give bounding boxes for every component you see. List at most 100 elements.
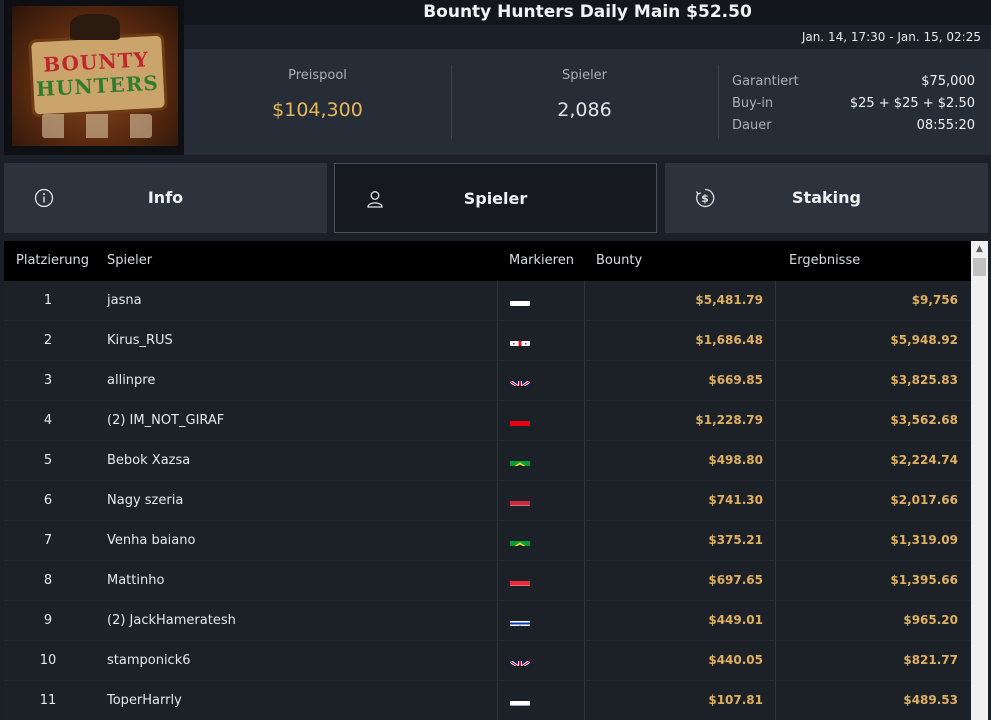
prize-pool-stat: Preispool $104,300 bbox=[184, 66, 451, 124]
header-rank[interactable]: Platzierung bbox=[16, 241, 89, 281]
tab-spieler[interactable]: Spieler bbox=[334, 163, 657, 233]
row-result: $1,395.66 bbox=[890, 573, 958, 587]
row-flag-cell bbox=[497, 401, 585, 440]
scroll-up-arrow-icon[interactable]: ▲ bbox=[971, 241, 988, 258]
tournament-stats-panel: Preispool $104,300 Spieler 2,086 Garanti… bbox=[184, 49, 991, 155]
row-bounty: $449.01 bbox=[584, 601, 776, 640]
row-rank: 11 bbox=[39, 693, 57, 708]
table-body: 1 jasna $5,481.79 $9,756 2 Kirus_RUS $1,686.48… bbox=[4, 281, 971, 720]
row-player-name[interactable]: Nagy szeria bbox=[107, 481, 183, 520]
duration-value: 08:55:20 bbox=[916, 118, 975, 133]
united-kingdom-flag-icon bbox=[510, 652, 530, 666]
table-row[interactable]: 11 ToperHarrly $107.81 $489.53 bbox=[4, 681, 971, 720]
tournament-logo: BOUNTY HUNTERS bbox=[4, 0, 184, 155]
row-result: $9,756 bbox=[911, 293, 958, 307]
row-player-name[interactable]: Venha baiano bbox=[107, 521, 195, 560]
tab-staking[interactable]: $ Staking bbox=[665, 163, 988, 233]
table-row[interactable]: 4 (2) IM_NOT_GIRAF $1,228.79 $3,562.68 bbox=[4, 401, 971, 441]
row-result: $489.53 bbox=[903, 693, 958, 707]
header-results[interactable]: Ergebnisse bbox=[789, 241, 860, 281]
players-value: 2,086 bbox=[557, 99, 612, 121]
row-bounty: $1,228.79 bbox=[584, 401, 776, 440]
row-player-name[interactable]: Mattinho bbox=[107, 561, 164, 600]
table-row[interactable]: 3 allinpre $669.85 $3,825.83 bbox=[4, 361, 971, 401]
row-player-name[interactable]: jasna bbox=[107, 281, 142, 320]
guaranteed-label: Garantiert bbox=[732, 74, 799, 89]
indonesia-flag-icon bbox=[510, 412, 530, 426]
row-rank: 3 bbox=[43, 373, 53, 388]
row-bounty: $669.85 bbox=[584, 361, 776, 400]
row-rank: 5 bbox=[43, 453, 53, 468]
row-bounty: $697.65 bbox=[584, 561, 776, 600]
row-flag-cell bbox=[497, 681, 585, 720]
row-result: $5,948.92 bbox=[890, 333, 958, 347]
table-row[interactable]: 9 (2) JackHameratesh $449.01 $965.20 bbox=[4, 601, 971, 641]
row-flag-cell bbox=[497, 561, 585, 600]
table-scrollbar[interactable]: ▲ bbox=[971, 241, 988, 720]
players-table: Platzierung Spieler Markieren Bounty Erg… bbox=[4, 241, 971, 720]
players-label: Spieler bbox=[561, 68, 608, 83]
row-player-name[interactable]: Bebok Xazsa bbox=[107, 441, 190, 480]
table-header: Platzierung Spieler Markieren Bounty Erg… bbox=[4, 241, 971, 281]
row-result: $3,562.68 bbox=[890, 413, 958, 427]
guaranteed-row: Garantiert $75,000 bbox=[732, 71, 975, 93]
header-bounty[interactable]: Bounty bbox=[596, 241, 642, 281]
row-flag-cell bbox=[497, 441, 585, 480]
buyin-value: $25 + $25 + $2.50 bbox=[849, 96, 975, 111]
table-row[interactable]: 1 jasna $5,481.79 $9,756 bbox=[4, 281, 971, 321]
tournament-details: Garantiert $75,000 Buy-in $25 + $25 + $2… bbox=[732, 71, 975, 137]
row-bounty: $440.05 bbox=[584, 641, 776, 680]
logo-cards bbox=[42, 114, 152, 138]
scroll-thumb[interactable] bbox=[973, 258, 986, 276]
row-player-name[interactable]: ToperHarrly bbox=[107, 681, 182, 720]
row-rank: 7 bbox=[43, 533, 53, 548]
united-kingdom-flag-icon bbox=[510, 372, 530, 386]
row-result: $2,017.66 bbox=[890, 493, 958, 507]
row-result: $821.77 bbox=[903, 653, 958, 667]
tab-spieler-label: Spieler bbox=[463, 189, 528, 208]
row-bounty: $107.81 bbox=[584, 681, 776, 720]
tab-info-label: Info bbox=[147, 188, 184, 207]
row-player-name[interactable]: (2) IM_NOT_GIRAF bbox=[107, 401, 224, 440]
georgia-flag-icon bbox=[510, 332, 530, 346]
row-rank: 4 bbox=[43, 413, 53, 428]
table-row[interactable]: 5 Bebok Xazsa $498.80 $2,224.74 bbox=[4, 441, 971, 481]
row-player-name[interactable]: Kirus_RUS bbox=[107, 321, 173, 360]
row-player-name[interactable]: (2) JackHameratesh bbox=[107, 601, 236, 640]
row-rank: 9 bbox=[43, 613, 53, 628]
israel-flag-icon bbox=[510, 612, 530, 626]
table-row[interactable]: 10 stamponick6 $440.05 $821.77 bbox=[4, 641, 971, 681]
hungary-flag-icon bbox=[510, 492, 530, 506]
tab-info[interactable]: Info bbox=[4, 163, 327, 233]
table-row[interactable]: 2 Kirus_RUS $1,686.48 $5,948.92 bbox=[4, 321, 971, 361]
header-flag[interactable]: Markieren bbox=[509, 241, 574, 281]
header-player[interactable]: Spieler bbox=[107, 241, 152, 281]
prize-pool-label: Preispool bbox=[288, 68, 347, 83]
logo-artwork: BOUNTY HUNTERS bbox=[12, 6, 178, 146]
table-row[interactable]: 8 Mattinho $697.65 $1,395.66 bbox=[4, 561, 971, 601]
row-flag-cell bbox=[497, 521, 585, 560]
russia-flag-icon bbox=[510, 692, 530, 706]
brazil-flag-icon bbox=[510, 532, 530, 546]
duration-row: Dauer 08:55:20 bbox=[732, 115, 975, 137]
prize-pool-value: $104,300 bbox=[272, 99, 363, 121]
guaranteed-value: $75,000 bbox=[921, 74, 975, 89]
tab-staking-label: Staking bbox=[792, 188, 861, 207]
row-rank: 6 bbox=[43, 493, 53, 508]
row-rank: 10 bbox=[39, 653, 57, 668]
stats-divider bbox=[718, 65, 719, 139]
row-flag-cell bbox=[497, 321, 585, 360]
buyin-label: Buy-in bbox=[732, 96, 774, 111]
row-flag-cell bbox=[497, 281, 585, 320]
table-row[interactable]: 6 Nagy szeria $741.30 $2,017.66 bbox=[4, 481, 971, 521]
tournament-title: Bounty Hunters Daily Main $52.50 bbox=[184, 0, 991, 25]
buyin-row: Buy-in $25 + $25 + $2.50 bbox=[732, 93, 975, 115]
row-player-name[interactable]: stamponick6 bbox=[107, 641, 191, 680]
row-rank: 8 bbox=[43, 573, 53, 588]
row-rank: 1 bbox=[43, 293, 53, 308]
brazil-flag-icon bbox=[510, 452, 530, 466]
table-row[interactable]: 7 Venha baiano $375.21 $1,319.09 bbox=[4, 521, 971, 561]
row-player-name[interactable]: allinpre bbox=[107, 361, 155, 400]
row-flag-cell bbox=[497, 601, 585, 640]
row-bounty: $741.30 bbox=[584, 481, 776, 520]
